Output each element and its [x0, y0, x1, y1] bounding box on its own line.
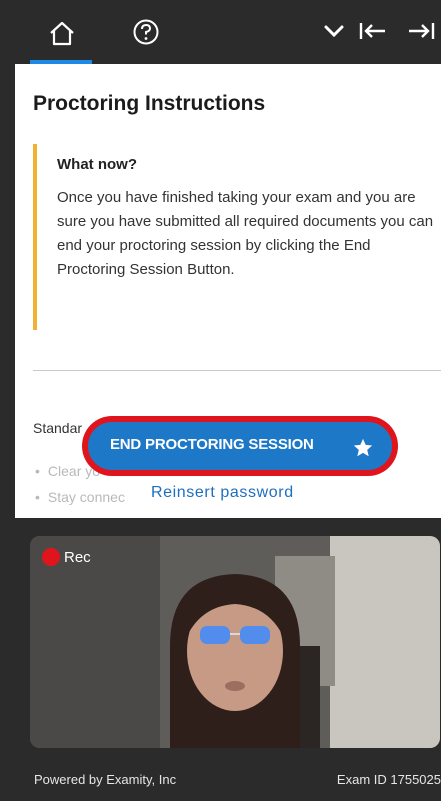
- powered-by-text: Powered by Examity, Inc: [34, 772, 177, 787]
- reinsert-password-link[interactable]: Reinsert password: [151, 484, 294, 502]
- list-item: Stay connec: [35, 484, 125, 510]
- callout-body: Once you have finished taking your exam …: [57, 189, 434, 278]
- help-icon: [133, 19, 159, 45]
- home-icon: [50, 21, 74, 46]
- exam-id-text: Exam ID 1755025: [336, 772, 441, 787]
- end-button-label: END PROCTORING SESSION: [110, 436, 314, 453]
- tab-help[interactable]: [132, 18, 160, 51]
- record-dot-icon: [42, 548, 60, 566]
- page-title: Proctoring Instructions: [33, 92, 266, 115]
- recording-indicator: Rec: [42, 548, 91, 566]
- end-proctoring-session-button[interactable]: END PROCTORING SESSION: [84, 418, 396, 474]
- tab-home[interactable]: [30, 12, 92, 64]
- webcam-preview: Rec: [30, 536, 440, 748]
- chevron-down-icon[interactable]: [322, 18, 346, 44]
- callout-heading: What now?: [57, 156, 137, 173]
- collapse-left-icon[interactable]: [358, 18, 388, 44]
- top-toolbar: [0, 0, 441, 64]
- webcam-video-frame: [30, 536, 440, 748]
- rec-label: Rec: [64, 549, 91, 566]
- standards-heading: Standar: [33, 420, 83, 436]
- divider: [33, 370, 441, 371]
- what-now-callout: What now? Once you have finished taking …: [33, 144, 437, 330]
- expand-right-icon[interactable]: [406, 18, 438, 44]
- star-icon: [353, 438, 373, 457]
